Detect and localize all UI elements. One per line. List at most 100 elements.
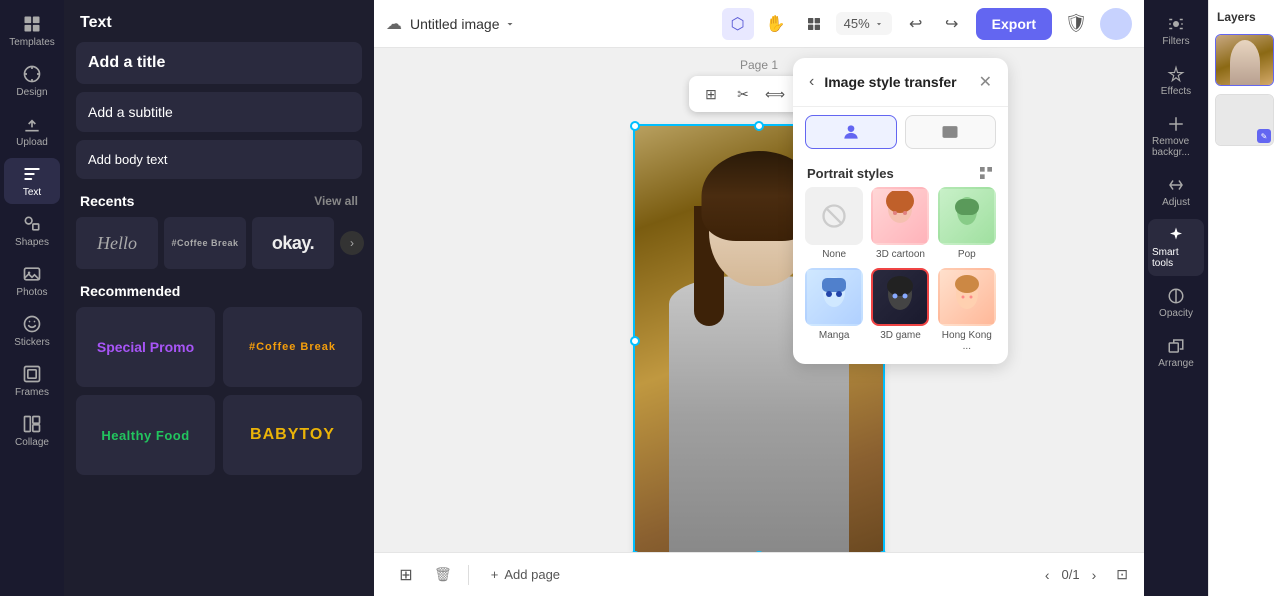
sidebar-label-stickers: Stickers: [14, 337, 50, 348]
expand-canvas-btn[interactable]: ⊡: [1116, 566, 1128, 583]
sidebar-item-photos[interactable]: Photos: [4, 258, 60, 304]
rec-item-babytoy[interactable]: BABYTOY: [223, 395, 362, 475]
page-thumbnail-btn[interactable]: ⊞: [390, 559, 422, 591]
sidebar-item-upload[interactable]: Upload: [4, 108, 60, 154]
sidebar-label-photos: Photos: [16, 287, 47, 298]
rec-item-healthy-food[interactable]: Healthy Food: [76, 395, 215, 475]
sidebar-label-design: Design: [16, 87, 47, 98]
topbar-tools: ⬡ ✋ 45%: [722, 8, 892, 40]
layer-portrait-thumb: [1216, 35, 1273, 85]
add-page-button[interactable]: + Add page: [481, 561, 570, 588]
page-counter-text: 0/1: [1062, 567, 1080, 582]
file-name[interactable]: Untitled image: [410, 16, 516, 32]
hand-tool[interactable]: ✋: [760, 8, 792, 40]
cursor-tool[interactable]: ⬡: [722, 8, 754, 40]
undo-button[interactable]: ↩: [900, 8, 932, 40]
recent-item-coffee[interactable]: #Coffee Break: [164, 217, 246, 269]
rtool-label-opacity: Opacity: [1159, 308, 1193, 319]
style-item-3dcartoon[interactable]: 3D cartoon: [871, 187, 929, 260]
add-body-button[interactable]: Add body text: [76, 140, 362, 179]
add-page-label: Add page: [504, 567, 560, 582]
layer-item-1[interactable]: [1215, 34, 1274, 86]
add-subtitle-button[interactable]: Add a subtitle: [76, 92, 362, 132]
rtool-label-adjust: Adjust: [1162, 197, 1190, 208]
recent-item-hello[interactable]: Hello: [76, 217, 158, 269]
sidebar-item-shapes[interactable]: Shapes: [4, 208, 60, 254]
style-thumb-manga: [805, 268, 863, 326]
add-title-button[interactable]: Add a title: [76, 42, 362, 84]
sidebar-item-stickers[interactable]: Stickers: [4, 308, 60, 354]
sidebar-label-text: Text: [23, 187, 41, 198]
sidebar-item-templates[interactable]: Templates: [4, 8, 60, 54]
sidebar-item-collage[interactable]: Collage: [4, 408, 60, 454]
layer-edit-icon: ✎: [1257, 129, 1271, 143]
rec-item-special-promo[interactable]: Special Promo: [76, 307, 215, 387]
style-thumb-hongkong: [938, 268, 996, 326]
sidebar-label-upload: Upload: [16, 137, 48, 148]
style-label-pop: Pop: [958, 249, 976, 260]
style-item-none[interactable]: None: [805, 187, 863, 260]
delete-page-btn[interactable]: 🗑: [430, 562, 456, 587]
style-panel-close[interactable]: ✕: [977, 70, 994, 94]
flip-tool[interactable]: ⟺: [761, 80, 789, 108]
rtool-smart-tools[interactable]: Smart tools: [1148, 219, 1204, 276]
rec-item-coffee-break[interactable]: #Coffee Break: [223, 307, 362, 387]
layers-title: Layers: [1209, 0, 1280, 30]
rtool-label-filters: Filters: [1162, 36, 1189, 47]
style-label-hongkong: Hong Kong ...: [938, 330, 996, 352]
style-transfer-panel: ‹ Image style transfer ✕ Portrait styles: [793, 58, 1008, 364]
redo-button[interactable]: ↪: [936, 8, 968, 40]
crop-tool[interactable]: ✂: [729, 80, 757, 108]
style-thumb-none: [805, 187, 863, 245]
layers-panel: Layers ✎: [1208, 0, 1280, 596]
layer-item-2[interactable]: ✎: [1215, 94, 1274, 146]
rtool-arrange[interactable]: Arrange: [1148, 330, 1204, 376]
style-tab-portrait[interactable]: [805, 115, 897, 149]
sidebar-label-templates: Templates: [9, 37, 55, 48]
style-panel-back[interactable]: ‹: [807, 71, 816, 93]
style-label-none: None: [822, 249, 846, 260]
style-grid: None 3D cartoon Pop: [793, 187, 1008, 364]
style-panel-title: Image style transfer: [824, 74, 968, 90]
rtool-filters[interactable]: Filters: [1148, 8, 1204, 54]
style-thumb-3dgame: [871, 268, 929, 326]
user-avatar: [1100, 8, 1132, 40]
sidebar-item-text[interactable]: Text: [4, 158, 60, 204]
prev-page-btn[interactable]: ‹: [1041, 563, 1054, 587]
style-item-3dgame[interactable]: 3D game: [871, 268, 929, 352]
recents-label: Recents: [80, 193, 134, 209]
resize-tool[interactable]: ⊞: [697, 80, 725, 108]
view-all-link[interactable]: View all: [314, 194, 358, 208]
cloud-icon: ☁: [386, 14, 402, 34]
next-page-btn[interactable]: ›: [1088, 563, 1101, 587]
layer-fig: [1230, 40, 1260, 85]
rtool-remove-bg[interactable]: Remove backgr...: [1148, 108, 1204, 165]
style-item-manga[interactable]: Manga: [805, 268, 863, 352]
sidebar-item-frames[interactable]: Frames: [4, 358, 60, 404]
recent-item-okay[interactable]: okay.: [252, 217, 334, 269]
style-thumb-pop: [938, 187, 996, 245]
text-panel-title: Text: [64, 0, 374, 42]
zoom-control[interactable]: 45%: [836, 12, 892, 35]
rtool-effects[interactable]: Effects: [1148, 58, 1204, 104]
export-button[interactable]: Export: [976, 8, 1052, 40]
topbar-left: ☁ Untitled image: [386, 14, 714, 34]
sidebar-label-shapes: Shapes: [15, 237, 49, 248]
shield-button[interactable]: 🛡: [1060, 8, 1092, 40]
sidebar-label-frames: Frames: [15, 387, 49, 398]
undo-redo-group: ↩ ↪: [900, 8, 968, 40]
rtool-opacity[interactable]: Opacity: [1148, 280, 1204, 326]
style-tab-scene[interactable]: [905, 115, 997, 149]
view-tool[interactable]: [798, 8, 830, 40]
recent-items-row: Hello #Coffee Break okay. ›: [64, 217, 374, 269]
sidebar-item-design[interactable]: Design: [4, 58, 60, 104]
style-item-hongkong[interactable]: Hong Kong ...: [938, 268, 996, 352]
sidebar-label-collage: Collage: [15, 437, 49, 448]
rtool-label-remove-bg: Remove backgr...: [1152, 136, 1200, 158]
recent-scroll-right[interactable]: ›: [340, 231, 364, 255]
style-label-3dgame: 3D game: [880, 330, 921, 341]
rtool-adjust[interactable]: Adjust: [1148, 169, 1204, 215]
style-item-pop[interactable]: Pop: [938, 187, 996, 260]
rtool-label-effects: Effects: [1161, 86, 1191, 97]
recommended-grid: Special Promo #Coffee Break Healthy Food…: [64, 307, 374, 475]
